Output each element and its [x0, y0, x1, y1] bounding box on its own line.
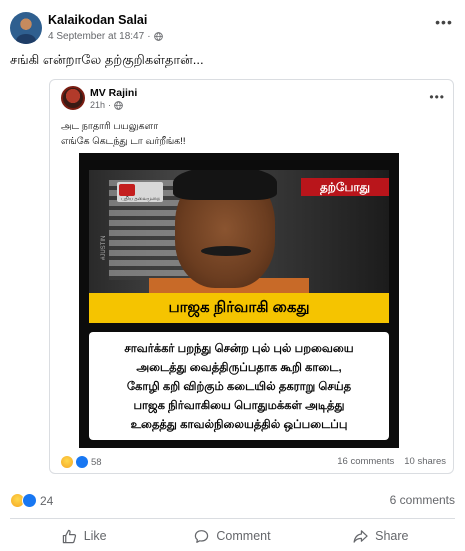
- post-reaction-count: 24: [40, 493, 54, 508]
- channel-logo-text: புதிய தலைமுறை: [121, 196, 161, 202]
- post-footer: 24 6 comments: [10, 493, 455, 509]
- share-icon: [353, 529, 368, 543]
- shared-text-line-2: எங்கே கெடந்து டா வர்றீங்க!!: [61, 136, 186, 147]
- shared-timestamp[interactable]: 21h: [90, 100, 105, 110]
- globe-icon: [153, 32, 163, 41]
- news-caption: சாவர்க்கர் பறந்து சென்ற புல் புல் பறவையை…: [89, 332, 389, 440]
- caption-line: பாஜக நிர்வாகியை பொதுமக்கள் அடித்து: [133, 400, 345, 412]
- news-image[interactable]: புதிய தலைமுறை தற்போது #JUSTIN பாஜக நிர்வ…: [79, 153, 399, 448]
- like-emoji-icon: [22, 493, 37, 508]
- shared-footer: 58 16 comments 10 shares: [61, 456, 446, 470]
- caption-line: அடைத்து வைத்திருப்பதாக கூறி காடை,: [136, 362, 342, 374]
- shared-reactions[interactable]: 58: [61, 456, 102, 468]
- comment-button[interactable]: Comment: [158, 522, 306, 550]
- news-tag: தற்போது: [301, 178, 389, 196]
- channel-logo: புதிய தலைமுறை: [117, 182, 163, 202]
- shared-author-name[interactable]: MV Rajini: [90, 87, 137, 99]
- post-meta: 4 September at 18:47 ·: [48, 31, 163, 42]
- caption-line: உதைத்து காவல்நிலையத்தில் ஒப்படைப்பு: [130, 419, 348, 431]
- caption-line: சாவர்க்கர் பறந்து சென்ற புல் புல் பறவையை: [124, 343, 354, 355]
- divider: [10, 518, 455, 519]
- person-hair: [173, 170, 277, 200]
- post-reactions[interactable]: 24: [10, 493, 53, 508]
- share-button[interactable]: Share: [307, 522, 455, 550]
- facebook-post: Kalaikodan Salai 4 September at 18:47 · …: [0, 0, 465, 551]
- like-icon: [62, 529, 76, 543]
- globe-icon: [114, 100, 123, 110]
- post-comments-count[interactable]: 6 comments: [390, 493, 455, 507]
- news-photo: புதிய தலைமுறை தற்போது #JUSTIN: [89, 170, 389, 293]
- post-text: சங்கி என்றாலே தற்குறிகள்தான்...: [10, 52, 204, 67]
- more-icon[interactable]: •••: [435, 15, 453, 34]
- shared-meta-separator: ·: [108, 100, 112, 110]
- news-headline: பாஜக நிர்வாகி கைது: [89, 293, 389, 323]
- shared-comments-count[interactable]: 16 comments: [337, 456, 394, 467]
- comment-icon: [195, 529, 209, 543]
- shared-text-line-1: அட நாதாரி பயலுகளா: [61, 121, 159, 132]
- watermark: #JUSTIN: [101, 235, 107, 260]
- author-avatar[interactable]: [10, 12, 42, 44]
- post-timestamp[interactable]: 4 September at 18:47: [48, 31, 144, 42]
- haha-emoji-icon: [61, 456, 73, 468]
- post-header: Kalaikodan Salai 4 September at 18:47 · …: [10, 10, 455, 46]
- author-name[interactable]: Kalaikodan Salai: [48, 13, 147, 27]
- like-emoji-icon: [76, 456, 88, 468]
- shared-author-avatar[interactable]: [61, 86, 85, 110]
- action-bar: Like Comment Share: [10, 522, 455, 550]
- shared-counts: 16 comments 10 shares: [337, 456, 446, 467]
- meta-separator: ·: [147, 31, 151, 42]
- more-icon[interactable]: •••: [429, 90, 445, 104]
- shared-reaction-count: 58: [91, 456, 102, 468]
- share-label: Share: [375, 529, 409, 543]
- person-moustache: [201, 246, 251, 256]
- comment-label: Comment: [216, 529, 271, 543]
- caption-line: கோழி கறி விற்கும் கடையில் தகராறு செய்த: [126, 381, 352, 393]
- shared-meta: 21h ·: [90, 100, 123, 110]
- like-label: Like: [83, 529, 107, 543]
- shared-post[interactable]: MV Rajini 21h · ••• அட நாதாரி பயலுகளா எங…: [49, 79, 454, 474]
- like-button[interactable]: Like: [10, 522, 158, 550]
- shared-shares-count[interactable]: 10 shares: [404, 456, 446, 467]
